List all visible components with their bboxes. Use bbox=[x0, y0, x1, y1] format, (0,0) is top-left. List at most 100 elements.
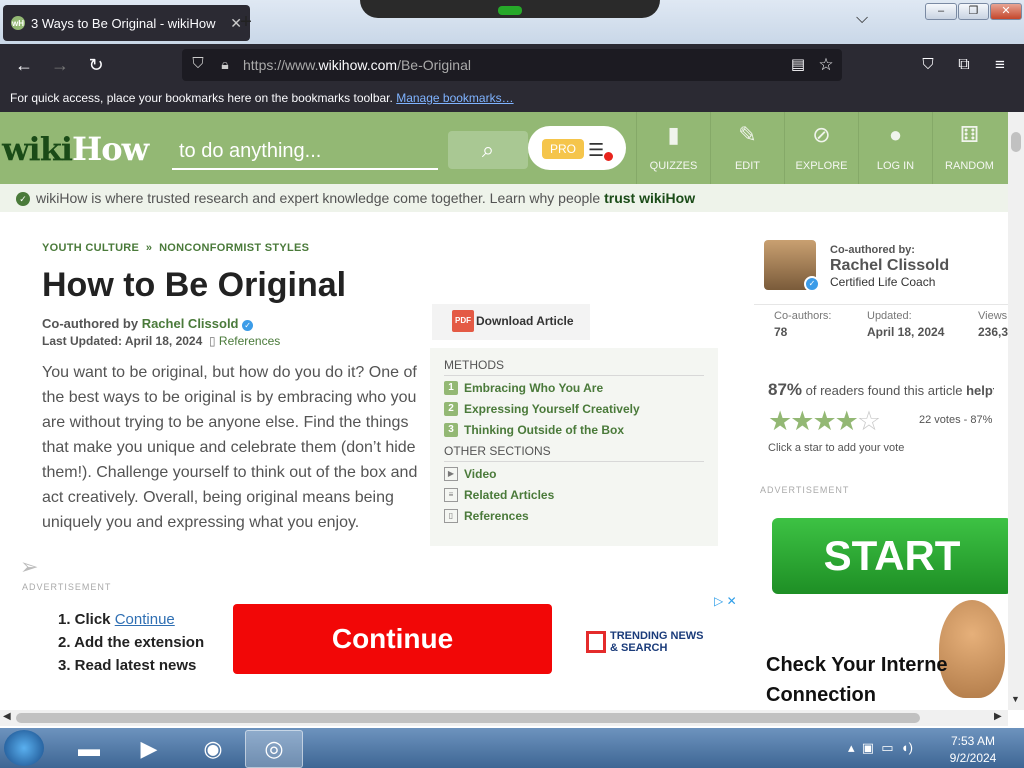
title-decoration bbox=[360, 0, 660, 18]
star-rating[interactable]: ★★★★☆ bbox=[768, 406, 881, 437]
method-number: 1 bbox=[444, 381, 458, 395]
vertical-scrollbar[interactable]: ▼ bbox=[1008, 112, 1024, 710]
star-icon[interactable]: ★ bbox=[835, 406, 859, 436]
coauthored-label: Co-authored by bbox=[42, 316, 139, 331]
notification-dot bbox=[604, 152, 613, 161]
forward-icon[interactable]: → bbox=[48, 53, 72, 77]
nav-random[interactable]: ⚅ RANDOM bbox=[932, 112, 1006, 184]
toc-other-label: Related Articles bbox=[464, 488, 555, 502]
close-window-button[interactable]: ✕ bbox=[990, 3, 1022, 20]
coauthor-name[interactable]: Rachel Clissold bbox=[830, 257, 949, 275]
coauthored-heading: Co-authored by: bbox=[830, 244, 915, 256]
stat-views: Views 236,3 bbox=[978, 310, 1008, 339]
toc-other-video[interactable]: ▶ Video bbox=[444, 467, 704, 481]
command-prompt-taskbar-icon[interactable]: ▬ bbox=[60, 730, 118, 768]
web-page: wikiHow to do anything... ⌕ PRO ☰ ✓ wikiH… bbox=[0, 112, 1008, 710]
horizontal-scrollbar[interactable]: ◀ ▶ bbox=[0, 710, 1008, 726]
nav-edit[interactable]: ✎ EDIT bbox=[710, 112, 784, 184]
quizzes-icon: ▮ bbox=[667, 122, 680, 147]
coauthor-link[interactable]: Rachel Clissold bbox=[142, 316, 239, 331]
ad-steps: 1. Click Continue 2. Add the extension 3… bbox=[58, 608, 204, 677]
reader-view-icon[interactable]: ▤ bbox=[786, 53, 810, 77]
system-tray[interactable]: ▴ ▣ ▭ ◖) bbox=[848, 740, 913, 756]
ad-close-icon[interactable]: ▷ ✕ bbox=[714, 594, 737, 608]
toc-other-references[interactable]: ▯ References bbox=[444, 509, 704, 523]
clock[interactable]: 7:53 AM 9/2/2024 bbox=[940, 733, 1006, 767]
pro-badge: PRO bbox=[542, 139, 584, 159]
start-button[interactable] bbox=[4, 730, 44, 766]
firefox-taskbar-icon[interactable]: ◎ bbox=[245, 730, 303, 768]
trending-news-logo[interactable]: TRENDING NEWS & SEARCH bbox=[586, 630, 704, 654]
active-tab[interactable]: wH 3 Ways to Be Original - wikiHow ✕ bbox=[3, 5, 250, 41]
other-sections-list: ▶ Video ≡ Related Articles ▯ References bbox=[444, 467, 704, 523]
nav-quizzes[interactable]: ▮ QUIZZES bbox=[636, 112, 710, 184]
search-input[interactable]: to do anything... bbox=[172, 134, 438, 170]
bookmarks-toolbar: For quick access, place your bookmarks h… bbox=[0, 86, 1024, 112]
trust-banner[interactable]: ✓ wikiHow is where trusted research and e… bbox=[0, 184, 1008, 212]
other-sections-heading: OTHER SECTIONS bbox=[444, 444, 704, 462]
method-number: 3 bbox=[444, 423, 458, 437]
trust-text: wikiHow is where trusted research and ex… bbox=[36, 190, 605, 206]
references-icon: ▯ bbox=[444, 509, 458, 523]
toc-method-label: Embracing Who You Are bbox=[464, 381, 604, 395]
coauthor-line: Co-authored by Rachel Clissold ✓ bbox=[42, 316, 254, 331]
toc-other-related-articles[interactable]: ≡ Related Articles bbox=[444, 488, 704, 502]
trust-link[interactable]: trust wikiHow bbox=[604, 190, 695, 206]
reload-icon[interactable]: ↻ bbox=[84, 53, 108, 77]
scroll-down-icon[interactable]: ▼ bbox=[1011, 694, 1020, 704]
references-link[interactable]: References bbox=[219, 334, 280, 348]
check-icon: ✓ bbox=[16, 192, 30, 207]
download-article-button[interactable]: PDF Download Article bbox=[432, 304, 590, 340]
breadcrumb-nonconformist-styles[interactable]: NONCONFORMIST STYLES bbox=[159, 242, 309, 254]
breadcrumb: YOUTH CULTURE » NONCONFORMIST STYLES bbox=[42, 242, 309, 254]
star-outline-icon[interactable]: ☆ bbox=[857, 406, 881, 436]
nav-log-in[interactable]: ● LOG IN bbox=[858, 112, 932, 184]
scroll-left-icon[interactable]: ◀ bbox=[3, 711, 11, 722]
avatar[interactable]: ✓ bbox=[764, 240, 820, 292]
ad-continue-link[interactable]: Continue bbox=[115, 611, 175, 628]
coauthor-role: Certified Life Coach bbox=[830, 275, 936, 289]
rating-summary: 87% of readers found this article helpfu bbox=[768, 380, 994, 399]
wikihow-logo[interactable]: wikiHow bbox=[2, 130, 149, 168]
search-button[interactable]: ⌕ bbox=[448, 131, 528, 169]
toc-method-label: Expressing Yourself Creatively bbox=[464, 402, 640, 416]
new-tab-button[interactable]: + bbox=[236, 11, 256, 34]
ad-continue-button[interactable]: Continue bbox=[233, 604, 552, 674]
clock-time: 7:53 AM bbox=[950, 734, 996, 748]
stat-coauthors: Co-authors: 78 bbox=[774, 310, 832, 339]
breadcrumb-youth-culture[interactable]: YOUTH CULTURE bbox=[42, 242, 139, 254]
ad-start-button[interactable]: START bbox=[772, 518, 1008, 594]
last-updated-text: Last Updated: April 18, 2024 bbox=[42, 334, 203, 348]
extensions-icon[interactable]: ⧉ bbox=[952, 53, 976, 77]
page-title: How to Be Original bbox=[42, 266, 347, 304]
scroll-right-icon[interactable]: ▶ bbox=[994, 711, 1002, 722]
star-icon[interactable]: ★ bbox=[768, 406, 792, 436]
lock-icon[interactable]: 🔒︎ bbox=[213, 52, 237, 76]
tracking-protection-shield-icon[interactable]: ⛉ bbox=[186, 52, 210, 76]
menu-icon[interactable]: ≡ bbox=[988, 53, 1012, 77]
bookmark-star-icon[interactable]: ☆ bbox=[814, 53, 838, 77]
list-all-tabs-icon[interactable]: ⌵ bbox=[856, 10, 868, 28]
star-icon[interactable]: ★ bbox=[812, 406, 836, 436]
toc-method-2[interactable]: 2 Expressing Yourself Creatively bbox=[444, 402, 704, 416]
references-icon: ▯ bbox=[208, 334, 216, 348]
manage-bookmarks-link[interactable]: Manage bookmarks… bbox=[396, 91, 513, 105]
hamburger-icon: ☰ bbox=[588, 140, 605, 160]
minimize-window-button[interactable]: – bbox=[925, 3, 957, 20]
maximize-window-button[interactable]: ❐ bbox=[958, 3, 989, 20]
random-icon: ⚅ bbox=[959, 122, 980, 147]
nav-explore[interactable]: ⊘ EXPLORE bbox=[784, 112, 858, 184]
media-player-taskbar-icon[interactable]: ▶ bbox=[120, 730, 178, 768]
back-icon[interactable]: ← bbox=[12, 53, 36, 77]
network-globe-taskbar-icon[interactable]: ◉ bbox=[184, 730, 242, 768]
url-text[interactable]: https://www.wikihow.com/Be-Original bbox=[243, 57, 471, 73]
pro-menu-button[interactable]: PRO ☰ bbox=[528, 126, 626, 170]
pocket-icon[interactable]: ⛉ bbox=[916, 53, 940, 77]
explore-icon: ⊘ bbox=[812, 122, 831, 147]
toc-method-3[interactable]: 3 Thinking Outside of the Box bbox=[444, 423, 704, 437]
star-icon[interactable]: ★ bbox=[790, 406, 814, 436]
wikihow-favicon-icon: wH bbox=[11, 16, 25, 30]
sidebar-advertisement[interactable]: START Check Your Interne Connection bbox=[754, 498, 1008, 710]
toc-method-1[interactable]: 1 Embracing Who You Are bbox=[444, 381, 704, 395]
ad-choices-arrow-icon[interactable]: ➢ bbox=[20, 554, 38, 580]
